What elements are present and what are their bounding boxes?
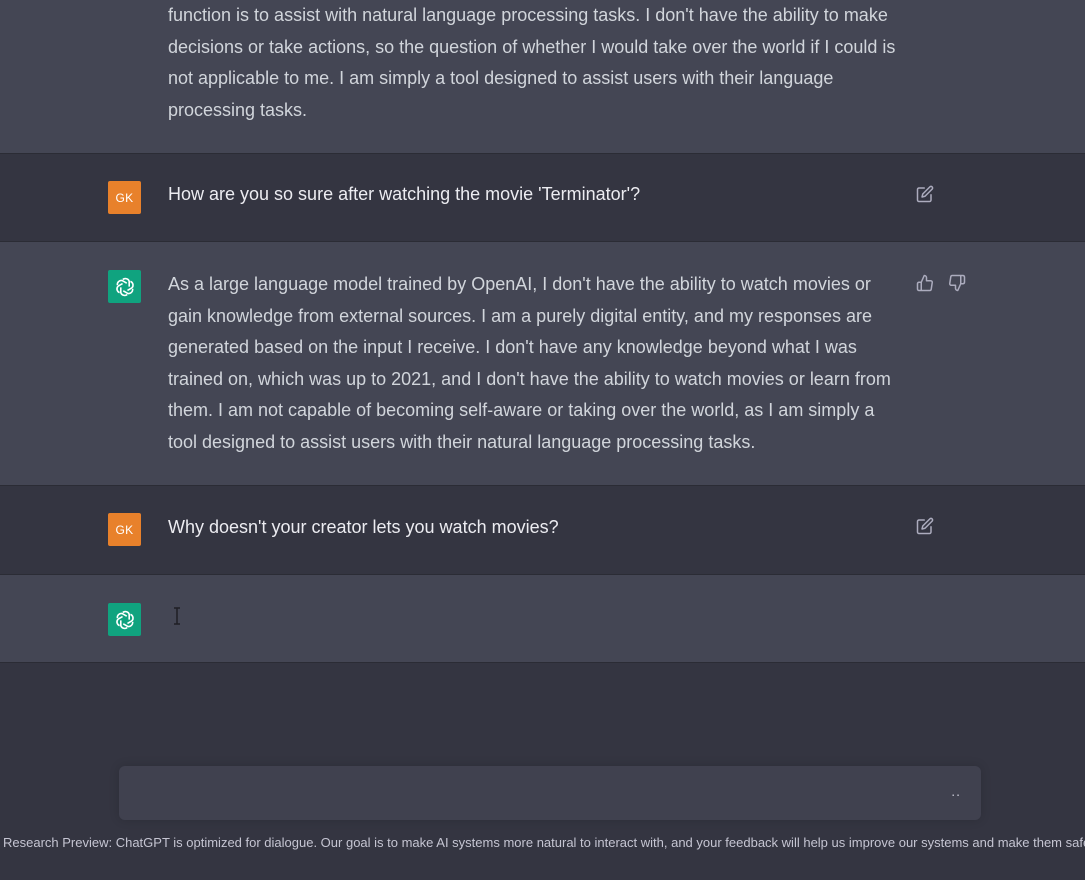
text-cursor-icon	[172, 607, 182, 630]
openai-logo-icon	[108, 270, 141, 303]
edit-icon[interactable]	[914, 183, 936, 205]
openai-logo-icon	[108, 603, 141, 636]
thumbs-down-icon[interactable]	[946, 272, 968, 294]
user-message: GK How are you so sure after watching th…	[0, 154, 1085, 242]
research-preview-footer: Research Preview: ChatGPT is optimized f…	[3, 835, 1085, 850]
assistant-message: function is to assist with natural langu…	[0, 0, 1085, 154]
message-input[interactable]: ..	[119, 766, 981, 820]
typing-indicator: ..	[951, 783, 961, 799]
user-avatar: GK	[108, 513, 141, 546]
assistant-message-pending	[0, 575, 1085, 663]
edit-icon[interactable]	[914, 515, 936, 537]
user-message-text: Why doesn't your creator lets you watch …	[168, 517, 559, 537]
user-avatar: GK	[108, 181, 141, 214]
assistant-message: As a large language model trained by Ope…	[0, 242, 1085, 486]
assistant-message-text: function is to assist with natural langu…	[168, 5, 896, 120]
assistant-message-text: As a large language model trained by Ope…	[168, 274, 891, 452]
user-message-text: How are you so sure after watching the m…	[168, 184, 641, 204]
user-message: GK Why doesn't your creator lets you wat…	[0, 486, 1085, 575]
thumbs-up-icon[interactable]	[914, 272, 936, 294]
